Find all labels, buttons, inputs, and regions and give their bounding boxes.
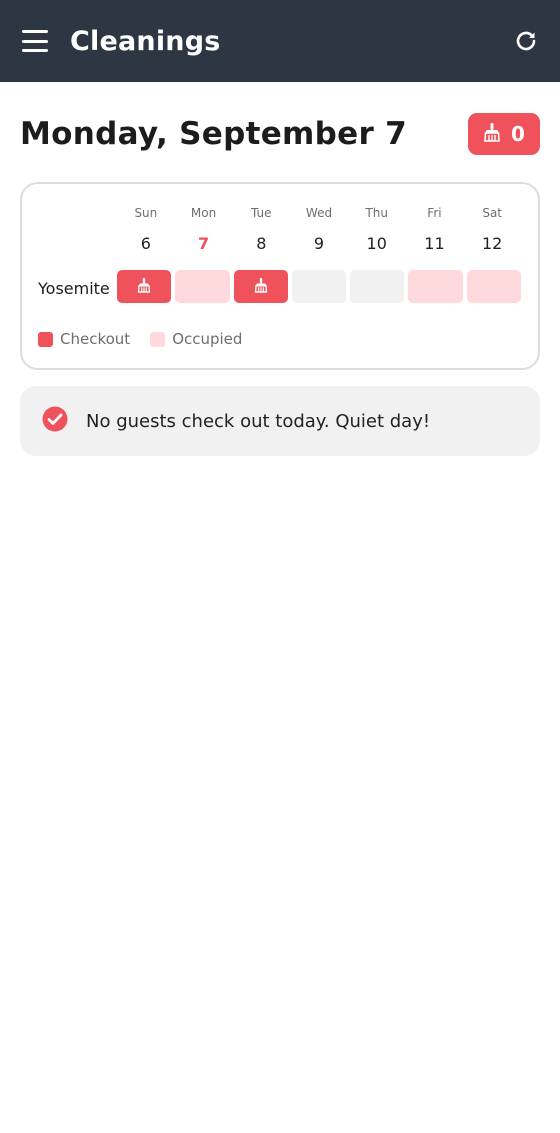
calendar-cell-occupied[interactable]	[408, 270, 463, 303]
check-circle-icon	[42, 406, 68, 436]
day-name: Sun	[134, 206, 158, 220]
occupied-swatch	[150, 331, 166, 347]
day-name: Mon	[190, 206, 217, 220]
legend-occupied-label: Occupied	[172, 330, 243, 348]
day-number-row: 6 7 8 9 10 11 12	[117, 234, 521, 253]
cleanings-count-badge[interactable]: 0	[468, 113, 540, 155]
day-number: 11	[424, 234, 445, 253]
calendar-cell-checkout[interactable]	[117, 270, 172, 303]
app-title: Cleanings	[70, 25, 221, 57]
day-name: Fri	[427, 206, 442, 220]
day-name: Thu	[365, 206, 388, 220]
date-header: Monday, September 7 0	[0, 82, 560, 166]
badge-count: 0	[511, 122, 525, 146]
day-name-row: Sun Mon Tue Wed Thu Fri Sat	[117, 206, 521, 220]
calendar-legend: Checkout Occupied	[38, 330, 242, 348]
calendar-cell-empty[interactable]	[291, 270, 347, 303]
day-number-today: 7	[198, 234, 210, 253]
broom-icon	[137, 277, 151, 297]
day-number: 12	[481, 234, 503, 253]
legend-occupied: Occupied	[150, 330, 242, 348]
day-name: Tue	[251, 206, 272, 220]
calendar-cell-checkout[interactable]	[233, 270, 288, 303]
calendar-cell-empty[interactable]	[350, 270, 405, 303]
weekly-calendar: Sun Mon Tue Wed Thu Fri Sat 6 7 8 9 10 1…	[20, 182, 540, 370]
day-number: 8	[256, 234, 267, 253]
broom-icon	[483, 122, 501, 147]
top-app-bar: Cleanings	[0, 0, 560, 82]
checkout-swatch	[38, 331, 53, 347]
status-notice: No guests check out today. Quiet day!	[20, 386, 540, 456]
property-day-cells	[117, 270, 521, 303]
broom-icon	[254, 277, 268, 297]
legend-checkout: Checkout	[38, 330, 130, 348]
property-label: Yosemite	[38, 279, 110, 298]
day-name: Wed	[305, 206, 333, 220]
day-name: Sat	[482, 206, 503, 220]
refresh-icon[interactable]	[512, 27, 540, 55]
hamburger-menu-icon[interactable]	[22, 30, 48, 52]
calendar-cell-occupied[interactable]	[175, 270, 230, 303]
notice-text: No guests check out today. Quiet day!	[86, 410, 431, 432]
day-number: 6	[140, 234, 151, 253]
legend-checkout-label: Checkout	[60, 330, 131, 348]
calendar-cell-occupied[interactable]	[466, 270, 521, 303]
page-title: Monday, September 7	[20, 116, 407, 152]
day-number: 10	[366, 234, 387, 253]
day-number: 9	[313, 234, 325, 253]
